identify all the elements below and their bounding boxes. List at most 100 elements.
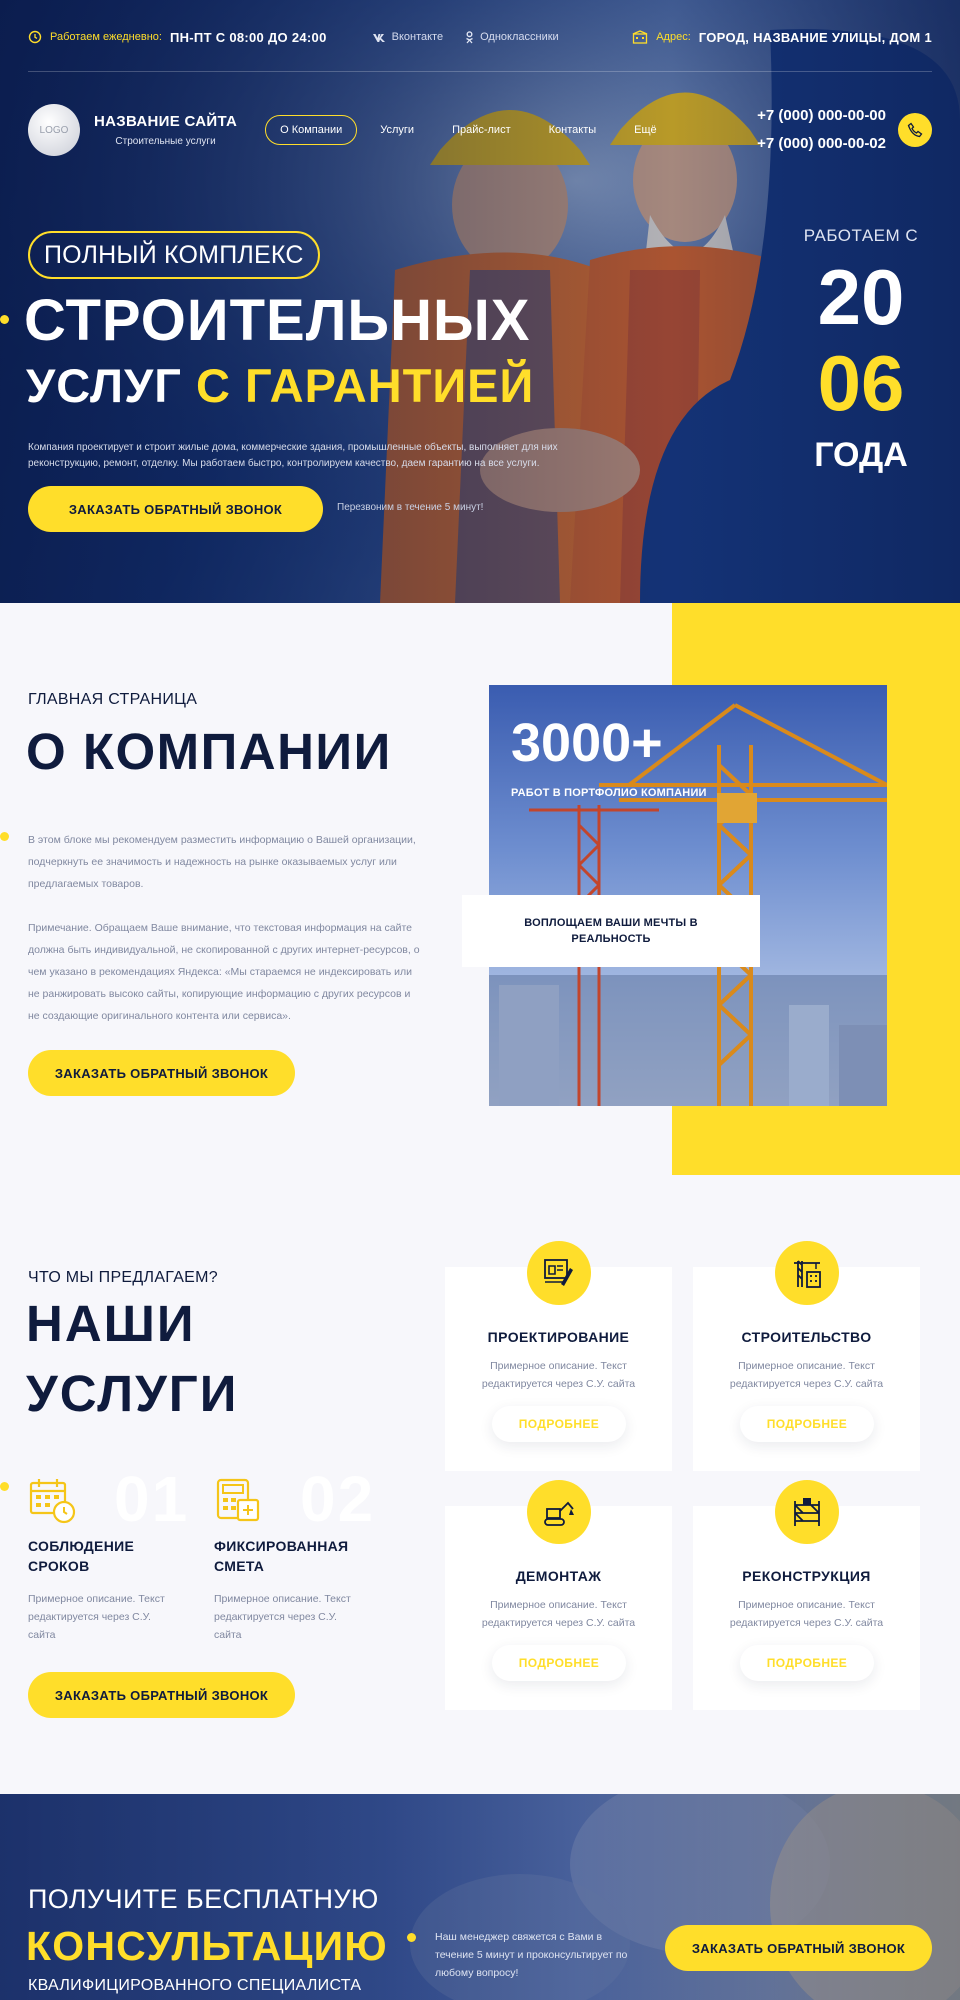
consult-dot [407,1933,416,1942]
service-more-button[interactable]: ПОДРОБНЕЕ [740,1406,874,1442]
hero-callback-button[interactable]: ЗАКАЗАТЬ ОБРАТНЫЙ ЗВОНОК [28,486,323,532]
topbar: Работаем ежедневно: ПН-ПТ С 08:00 ДО 24:… [28,22,932,52]
services-title: НАШИ УСЛУГИ [26,1295,239,1422]
crane-building-icon [775,1241,839,1305]
address-label: Адрес: [656,31,691,43]
year-part-1: 20 [817,253,905,341]
feature-number: 01 [114,1463,190,1535]
hero-pill: ПОЛНЫЙ КОМПЛЕКС [28,231,320,279]
brand: НАЗВАНИЕ САЙТА Строительные услуги [94,113,237,147]
work-hours: Работаем ежедневно: ПН-ПТ С 08:00 ДО 24:… [28,30,327,45]
hero-title-line-1: СТРОИТЕЛЬНЫХ [24,288,531,353]
logo[interactable]: LOGO [28,104,80,156]
social-ok-label: Одноклассники [480,31,559,43]
menu-item-services[interactable]: Услуги [365,115,429,145]
site-subtitle: Строительные услуги [115,136,216,147]
hero-description: Компания проектирует и строит жилые дома… [28,442,558,469]
about-slogan-card: ВОПЛОЩАЕМ ВАШИ МЕЧТЫ В РЕАЛЬНОСТЬ [462,895,760,967]
main-menu: О Компании Услуги Прайс-лист Контакты Ещ… [265,115,672,145]
service-desc: Примерное описание. Текст редактируется … [729,1360,884,1390]
about-kicker: ГЛАВНАЯ СТРАНИЦА [28,691,198,708]
service-more-button[interactable]: ПОДРОБНЕЕ [492,1645,626,1681]
header-divider [28,71,932,72]
calendar-clock-icon [28,1476,76,1524]
about-text: В этом блоке мы рекомендуем разместить и… [28,829,423,1027]
hours-label: Работаем ежедневно: [50,31,162,43]
address: Адрес: ГОРОД, НАЗВАНИЕ УЛИЦЫ, ДОМ 1 [632,30,932,45]
feature-desc: Примерное описание. Текст редактируется … [28,1593,165,1641]
address-value: ГОРОД, НАЗВАНИЕ УЛИЦЫ, ДОМ 1 [698,29,932,45]
logo-text: LOGO [39,124,69,136]
since-year-block: РАБОТАЕМ С 20 06 ГОДА [800,226,922,475]
service-card-design[interactable]: ПРОЕКТИРОВАНИЕ Примерное описание. Текст… [445,1241,672,1471]
blueprint-icon [527,1241,591,1305]
building-icon [632,30,648,44]
consult-line-3: КВАЛИФИЦИРОВАННОГО СПЕЦИАЛИСТА [28,1977,362,1994]
social-link-vk[interactable]: Вконтакте [372,31,444,44]
services-callback-button[interactable]: ЗАКАЗАТЬ ОБРАТНЫЙ ЗВОНОК [28,1672,295,1718]
hero-title-line-2: УСЛУГ С ГАРАНТИЕЙ [26,358,534,413]
services-dot [0,1482,9,1491]
services-kicker: ЧТО МЫ ПРЕДЛАГАЕМ? [28,1269,218,1286]
service-desc: Примерное описание. Текст редактируется … [481,1360,636,1390]
vk-icon [372,33,386,42]
consult-callback-button[interactable]: ЗАКАЗАТЬ ОБРАТНЫЙ ЗВОНОК [665,1925,932,1971]
scaffold-icon [775,1480,839,1544]
consult-line-1: ПОЛУЧИТЕ БЕСПЛАТНУЮ [28,1884,379,1914]
social-links: Вконтакте Одноклассники [372,30,559,44]
year-part-2: 06 [817,339,905,427]
service-title: ДЕМОНТАЖ [515,1568,602,1584]
about-paragraph-1: В этом блоке мы рекомендуем разместить и… [28,834,416,890]
phone-icon [907,122,923,138]
menu-item-about[interactable]: О Компании [265,115,358,145]
year-word: ГОДА [814,436,908,474]
consult-line-2: КОНСУЛЬТАЦИЮ [26,1923,388,1969]
hero-title-part-a: УСЛУГ [26,359,196,412]
consult-note: Наш менеджер свяжется с Вами в течение 5… [435,1931,628,1979]
service-title: СТРОИТЕЛЬСТВО [741,1329,872,1345]
hero-title-accent: С ГАРАНТИЕЙ [195,359,535,412]
service-card-reconstruction[interactable]: РЕКОНСТРУКЦИЯ Примерное описание. Текст … [693,1480,920,1710]
portfolio-caption: РАБОТ В ПОРТФОЛИО КОМПАНИИ [511,787,707,799]
phone-2[interactable]: +7 (000) 000-00-02 [757,130,886,158]
ok-icon [465,30,474,44]
service-more-button[interactable]: ПОДРОБНЕЕ [740,1645,874,1681]
menu-item-more[interactable]: Ещё [619,115,672,145]
service-card-construction[interactable]: СТРОИТЕЛЬСТВО Примерное описание. Текст … [693,1241,920,1471]
hero-cta-note: Перезвоним в течение 5 минут! [337,502,484,513]
services-title-line-2: УСЛУГИ [26,1365,239,1422]
about-paragraph-2: Примечание. Обращаем Ваше внимание, что … [28,922,420,1022]
feature-title: СОБЛЮДЕНИЕ СРОКОВ [28,1538,135,1574]
service-desc: Примерное описание. Текст редактируется … [729,1599,884,1629]
social-vk-label: Вконтакте [391,31,444,43]
about-title: О КОМПАНИИ [26,723,392,780]
menu-item-prices[interactable]: Прайс-лист [437,115,526,145]
hero-dot [0,315,9,324]
clock-icon [28,30,42,44]
hours-value: ПН-ПТ С 08:00 ДО 24:00 [169,29,327,45]
calculator-icon [214,1476,262,1524]
feature-desc: Примерное описание. Текст редактируется … [214,1593,351,1641]
site-name: НАЗВАНИЕ САЙТА [94,113,238,130]
service-title: ПРОЕКТИРОВАНИЕ [487,1329,630,1345]
feature-fixed-estimate: 02 ФИКСИРОВАННАЯ СМЕТА Примерное описани… [214,1463,373,1644]
service-more-button[interactable]: ПОДРОБНЕЕ [492,1406,626,1442]
feature-title: ФИКСИРОВАННАЯ СМЕТА [214,1538,349,1574]
excavator-icon [527,1480,591,1544]
phone-1[interactable]: +7 (000) 000-00-00 [757,102,886,130]
about-callback-button[interactable]: ЗАКАЗАТЬ ОБРАТНЫЙ ЗВОНОК [28,1050,295,1096]
feature-number: 02 [300,1463,376,1535]
service-desc: Примерное описание. Текст редактируется … [481,1599,636,1629]
service-card-demolition[interactable]: ДЕМОНТАЖ Примерное описание. Текст редак… [445,1480,672,1710]
feature-deadlines: 01 СОБЛЮДЕНИЕ СРОКОВ Примерное описание.… [28,1463,187,1644]
services-title-line-1: НАШИ [26,1295,196,1352]
since-label: РАБОТАЕМ С [803,226,919,245]
about-dot [0,832,9,841]
portfolio-count: 3000+ [511,713,663,773]
call-button[interactable] [898,113,932,147]
menu-item-contacts[interactable]: Контакты [534,115,612,145]
phones: +7 (000) 000-00-00 +7 (000) 000-00-02 [757,102,886,158]
main-header: LOGO НАЗВАНИЕ САЙТА Строительные услуги … [28,102,932,158]
social-link-ok[interactable]: Одноклассники [465,30,559,44]
service-title: РЕКОНСТРУКЦИЯ [742,1568,871,1584]
